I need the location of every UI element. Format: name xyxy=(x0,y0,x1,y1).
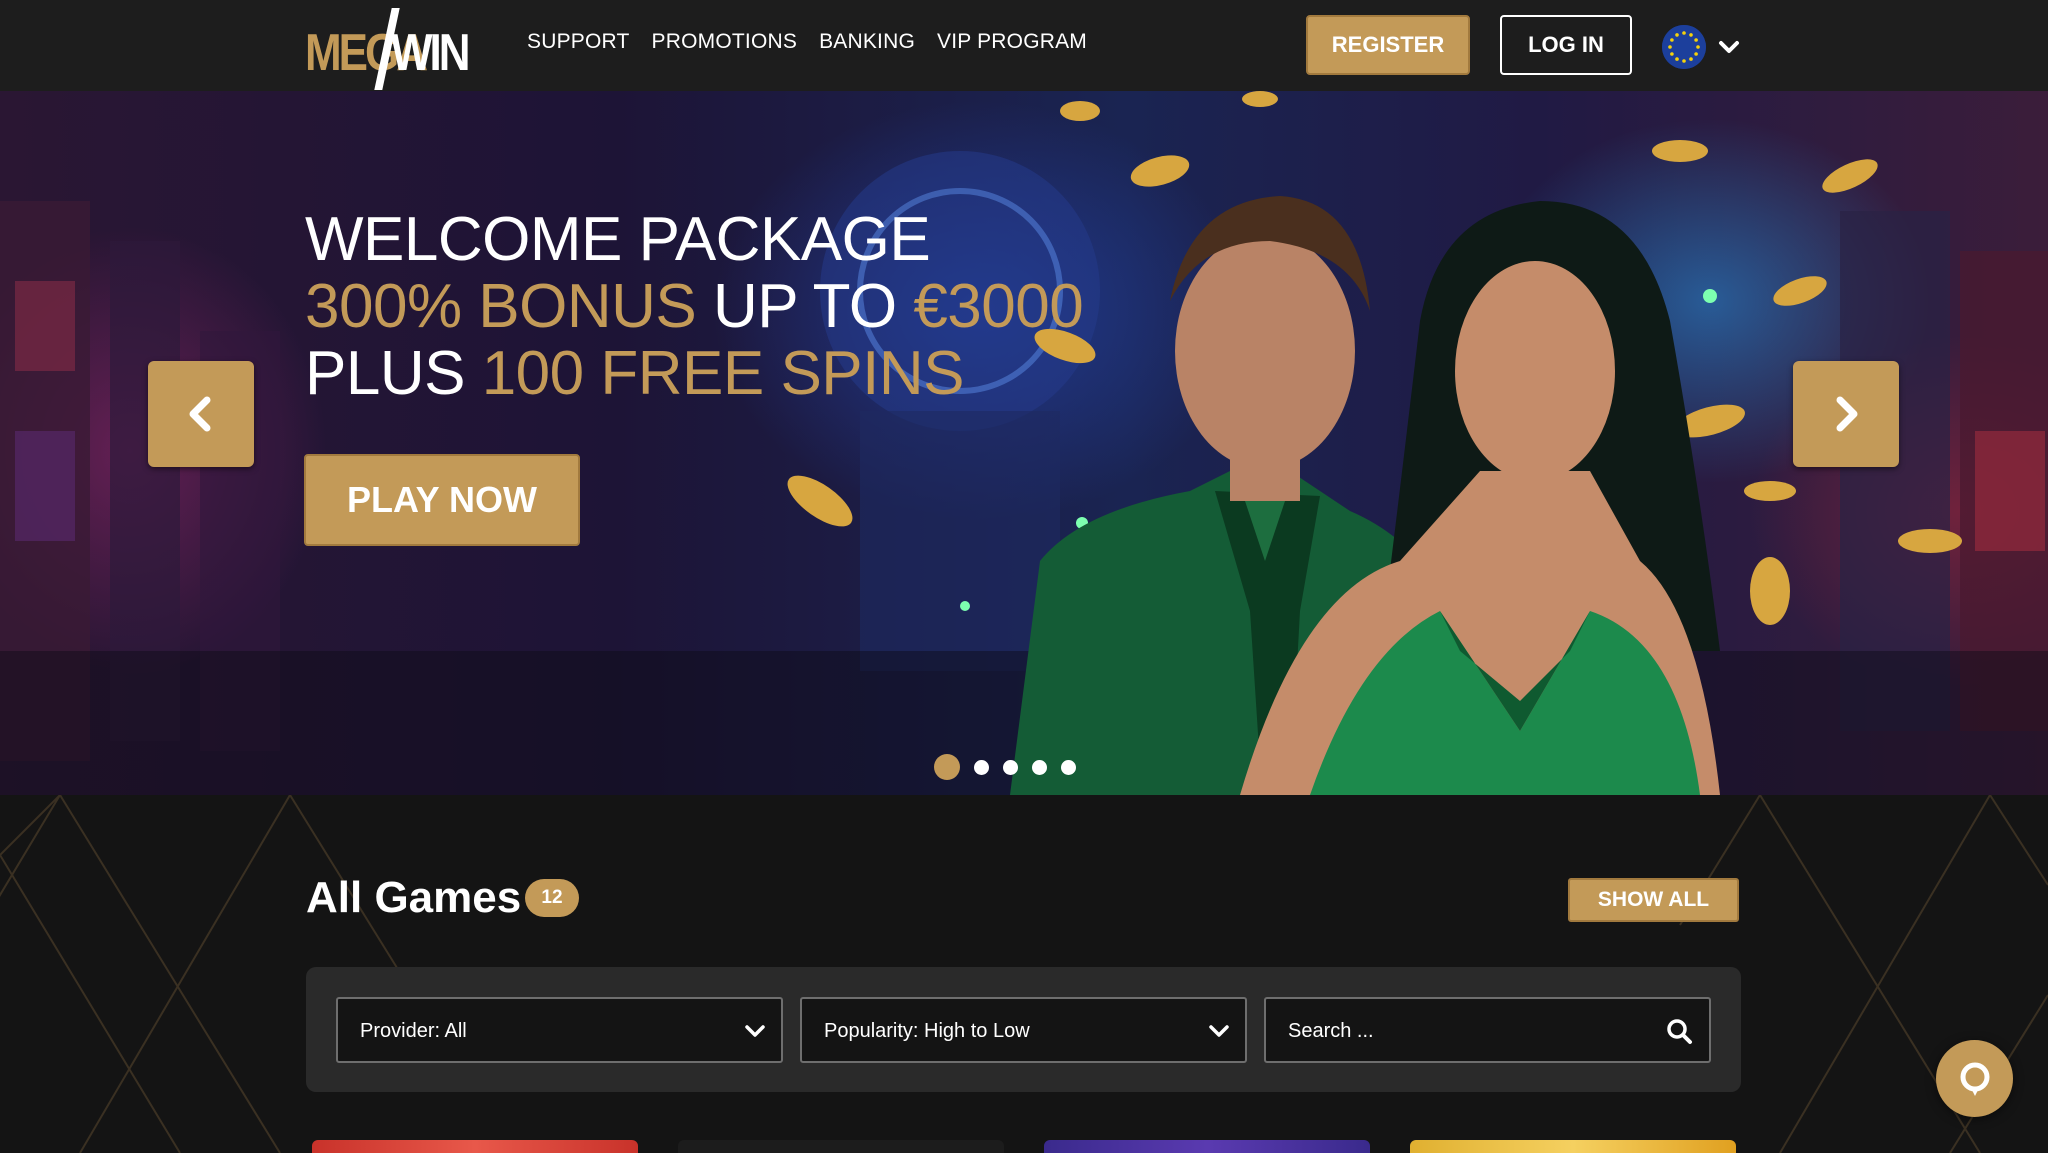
search-icon[interactable] xyxy=(1665,1017,1693,1045)
all-games-section: All Games 12 SHOW ALL Provider: All Popu… xyxy=(0,795,2048,1153)
megawin-logo[interactable]: MEGA WIN xyxy=(305,8,471,90)
eu-flag-icon[interactable] xyxy=(1662,25,1706,69)
hero-background-art xyxy=(0,91,2048,795)
chevron-down-icon xyxy=(745,1025,765,1037)
hero-free-spins: 100 FREE SPINS xyxy=(481,339,965,408)
carousel-dot-5[interactable] xyxy=(1061,759,1076,775)
nav-banking[interactable]: BANKING xyxy=(819,30,915,54)
hero-bonus-amount: €3000 xyxy=(913,272,1084,341)
chevron-left-icon xyxy=(189,396,211,432)
chat-bubble-icon xyxy=(1960,1062,1989,1096)
chevron-right-icon xyxy=(1836,396,1858,432)
game-card-thumbnail[interactable] xyxy=(312,1140,638,1153)
nav-promotions[interactable]: PROMOTIONS xyxy=(652,30,798,54)
carousel-dot-4[interactable] xyxy=(1032,759,1047,775)
section-title: All Games xyxy=(306,873,522,922)
carousel-next-button[interactable] xyxy=(1793,361,1899,467)
chevron-down-icon[interactable] xyxy=(1716,34,1742,60)
hero-line-3: PLUS 100 FREE SPINS xyxy=(305,340,1083,407)
search-placeholder: Search ... xyxy=(1288,1020,1374,1042)
logo-text-win: WIN xyxy=(391,24,471,82)
hero-banner: WELCOME PACKAGE 300% BONUS UP TO €3000 P… xyxy=(0,91,2048,795)
games-count-badge: 12 xyxy=(525,879,579,917)
chevron-down-icon xyxy=(1209,1025,1229,1037)
hero-line-2: 300% BONUS UP TO €3000 xyxy=(305,272,1084,341)
show-all-button[interactable]: SHOW ALL xyxy=(1568,878,1739,922)
top-header: MEGA WIN SUPPORT PROMOTIONS BANKING VIP … xyxy=(0,0,2048,91)
filter-panel: Provider: All Popularity: High to Low Se… xyxy=(306,967,1741,1092)
provider-select-value: Provider: All xyxy=(360,1020,467,1042)
carousel-dots xyxy=(934,754,1076,780)
game-card-thumbnail[interactable] xyxy=(1044,1140,1370,1153)
provider-select[interactable]: Provider: All xyxy=(336,997,783,1063)
main-nav: SUPPORT PROMOTIONS BANKING VIP PROGRAM xyxy=(527,30,1087,54)
hero-up-to: UP TO xyxy=(696,272,914,341)
hero-plus: PLUS xyxy=(305,339,482,408)
game-card-thumbnail[interactable] xyxy=(678,1140,1004,1153)
hero-headline: WELCOME PACKAGE 300% BONUS UP TO €3000 P… xyxy=(305,205,1084,407)
play-now-button[interactable]: PLAY NOW xyxy=(304,454,580,546)
carousel-dot-2[interactable] xyxy=(974,759,989,775)
carousel-dot-3[interactable] xyxy=(1003,759,1018,775)
carousel-prev-button[interactable] xyxy=(148,361,254,467)
game-card-thumbnail[interactable] xyxy=(1410,1140,1736,1153)
search-input[interactable]: Search ... xyxy=(1264,997,1711,1063)
sort-select-value: Popularity: High to Low xyxy=(824,1020,1030,1042)
register-button[interactable]: REGISTER xyxy=(1306,15,1470,75)
nav-vip-program[interactable]: VIP PROGRAM xyxy=(937,30,1087,54)
sort-select[interactable]: Popularity: High to Low xyxy=(800,997,1247,1063)
carousel-dot-1[interactable] xyxy=(934,754,960,780)
hero-line-1: WELCOME PACKAGE xyxy=(305,205,931,274)
login-button[interactable]: LOG IN xyxy=(1500,15,1632,75)
live-chat-button[interactable] xyxy=(1936,1040,2013,1117)
nav-support[interactable]: SUPPORT xyxy=(527,30,630,54)
hero-bonus-percent: 300% BONUS xyxy=(305,272,697,341)
